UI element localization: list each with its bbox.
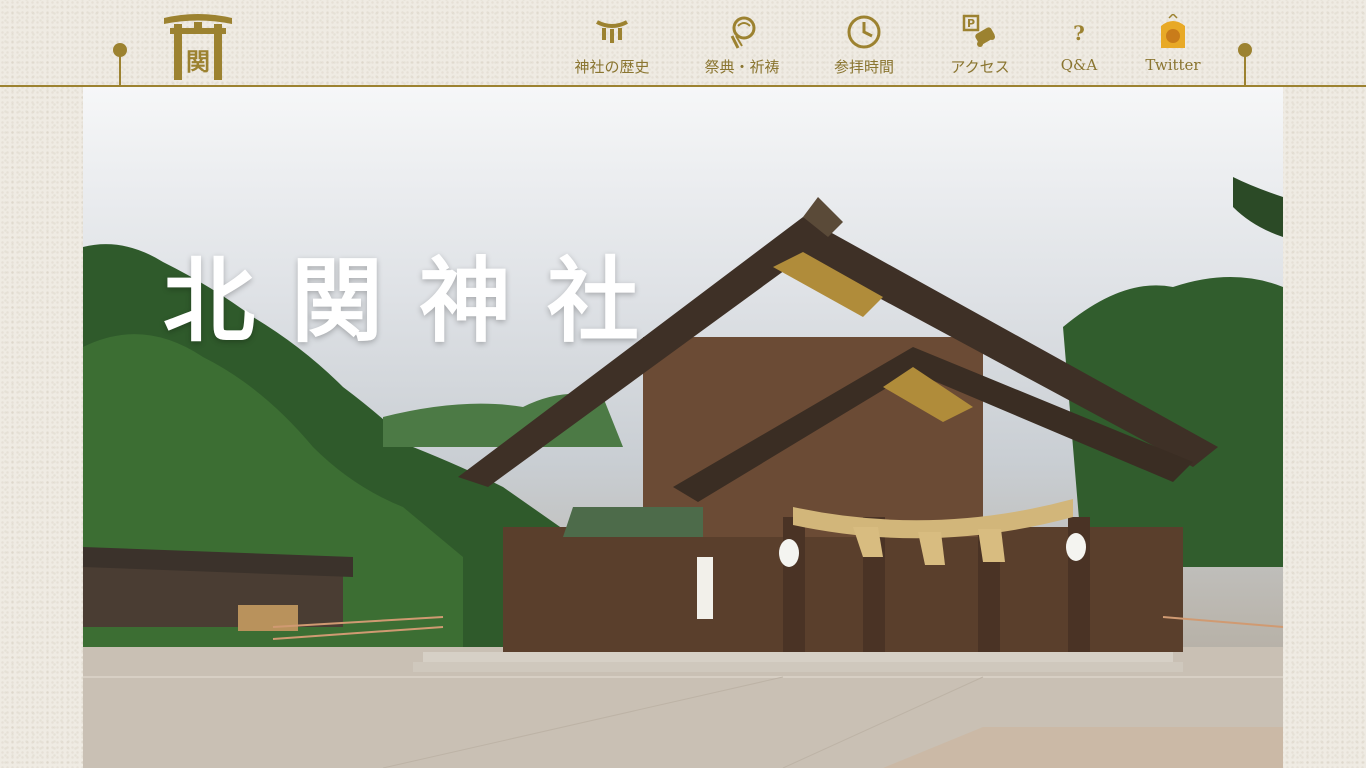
nav-label-qa: Q&A — [1060, 56, 1098, 74]
hero-shrine-image: 北関神社 — [83, 87, 1283, 768]
parking-access-icon: P — [962, 14, 995, 47]
torii-gate-logo[interactable]: 関 — [162, 8, 234, 80]
clock-icon — [847, 15, 881, 49]
nav-item-twitter[interactable]: Twitter — [1136, 14, 1210, 74]
nav-label-history: 神社の歴史 — [574, 58, 650, 76]
twitter-omamori-icon — [1161, 14, 1185, 48]
question-icon: ? — [1073, 21, 1085, 45]
shimenawa-icon — [596, 20, 628, 43]
frame-dot-right — [1238, 43, 1252, 57]
nav-label-twitter: Twitter — [1145, 56, 1201, 74]
nav-item-access[interactable]: P アクセス — [934, 14, 1026, 77]
nav-label-access: アクセス — [950, 58, 1010, 76]
svg-text:?: ? — [1073, 21, 1085, 45]
nav-item-history[interactable]: 神社の歴史 — [566, 14, 658, 77]
nav-label-hours: 参拝時間 — [833, 58, 894, 76]
logo-glyph: 関 — [186, 47, 210, 76]
nav-item-festival-prayer[interactable]: 祭典・祈祷 — [692, 14, 792, 77]
nav-item-qa[interactable]: ? Q&A — [1046, 14, 1112, 74]
hero-title: 北関神社 — [163, 247, 676, 355]
nav-label-festival-prayer: 祭典・祈祷 — [704, 58, 780, 76]
nav-item-hours[interactable]: 参拝時間 — [818, 14, 910, 77]
frame-dot-left — [113, 43, 127, 57]
prayer-icon — [730, 16, 756, 49]
svg-text:P: P — [967, 17, 975, 30]
main-nav: 神社の歴史 祭典・祈祷 参拝時間 P アクセス ? Q&A Twitter — [560, 14, 1220, 84]
